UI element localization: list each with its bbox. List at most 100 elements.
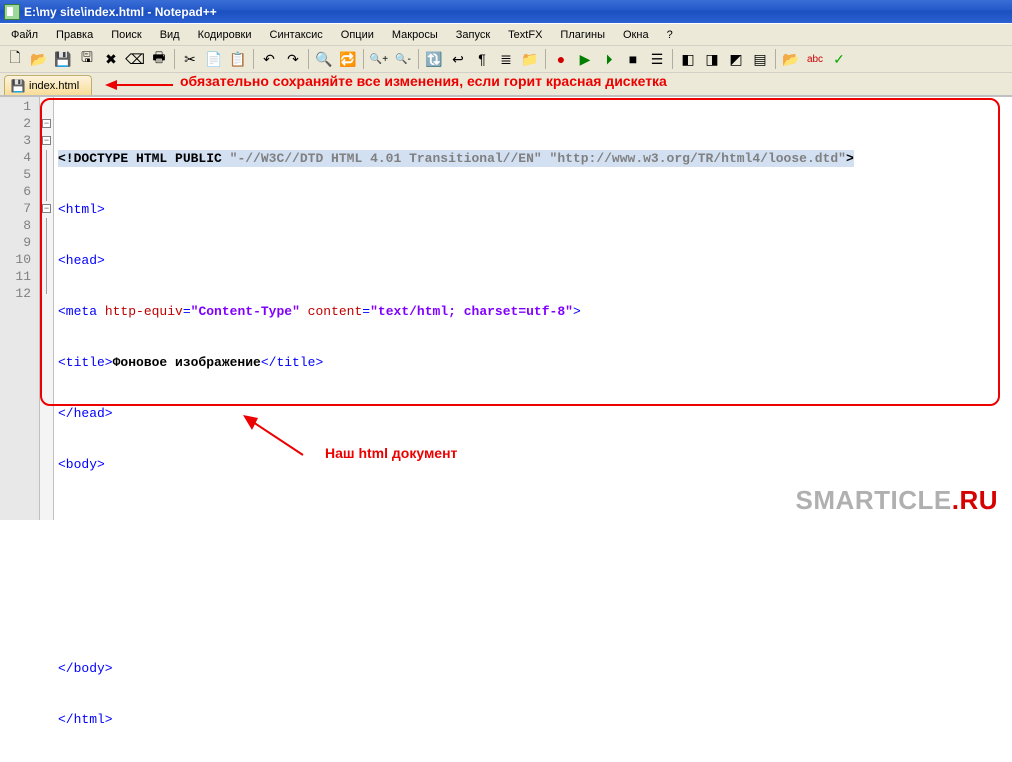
code-text: </title> <box>261 355 323 370</box>
redo-icon[interactable]: ↷ <box>282 48 304 70</box>
folder-icon[interactable]: 📁 <box>519 48 541 70</box>
open2-icon[interactable]: 📂 <box>780 48 802 70</box>
separator <box>253 49 254 69</box>
line-number: 9 <box>0 235 39 252</box>
menu-edit[interactable]: Правка <box>49 27 100 43</box>
code-text: > <box>573 304 581 319</box>
paste-icon[interactable]: 📋 <box>227 48 249 70</box>
sync-icon[interactable]: 🔃 <box>423 48 445 70</box>
menu-plugins[interactable]: Плагины <box>553 27 612 43</box>
menubar: Файл Правка Поиск Вид Кодировки Синтакси… <box>0 23 1012 45</box>
code-text: <title> <box>58 355 113 370</box>
menu-windows[interactable]: Окна <box>616 27 656 43</box>
separator <box>545 49 546 69</box>
menu-options[interactable]: Опции <box>334 27 381 43</box>
panel3-icon[interactable]: ◩ <box>725 48 747 70</box>
code-text: "Content-Type" <box>191 304 300 319</box>
fold-toggle-icon[interactable]: − <box>42 136 51 145</box>
replace-icon[interactable]: 🔁 <box>337 48 359 70</box>
panel2-icon[interactable]: ◨ <box>701 48 723 70</box>
code-text: "-//W3C//DTD HTML 4.01 Transitional//EN" <box>230 151 542 166</box>
line-gutter: 1 2 3 4 5 6 7 8 9 10 11 12 <box>0 97 40 520</box>
menu-syntax[interactable]: Синтаксис <box>263 27 330 43</box>
code-text: "text/html; charset=utf-8" <box>370 304 573 319</box>
fold-column: − − − <box>40 97 54 520</box>
code-text: = <box>362 304 370 319</box>
line-number: 5 <box>0 167 39 184</box>
line-number: 8 <box>0 218 39 235</box>
menu-view[interactable]: Вид <box>153 27 187 43</box>
code-text: "http://www.w3.org/TR/html4/loose.dtd" <box>550 151 846 166</box>
line-number: 6 <box>0 184 39 201</box>
menu-run[interactable]: Запуск <box>449 27 497 43</box>
separator <box>308 49 309 69</box>
code-text: <head> <box>58 253 105 268</box>
copy-icon[interactable]: 📄 <box>203 48 225 70</box>
code-text: content <box>300 304 362 319</box>
list-icon[interactable]: ☰ <box>646 48 668 70</box>
app-icon <box>4 4 20 20</box>
code-text: > <box>846 151 854 166</box>
line-number: 2 <box>0 116 39 133</box>
line-number: 1 <box>0 99 39 116</box>
separator <box>775 49 776 69</box>
menu-search[interactable]: Поиск <box>104 27 148 43</box>
tab-index-html[interactable]: 💾 index.html <box>4 75 92 95</box>
new-icon[interactable]: 🗋 <box>4 48 26 70</box>
fold-toggle-icon[interactable]: − <box>42 204 51 213</box>
unsaved-icon: 💾 <box>11 79 25 93</box>
tabbar: 💾 index.html <box>0 73 1012 96</box>
code-text: http-equiv <box>97 304 183 319</box>
toolbar: 🗋 📂 💾 🖫 ✖ ⌫ 🖶 ✂ 📄 📋 ↶ ↷ 🔍 🔁 🔍+ 🔍- 🔃 ↩ ¶ … <box>0 45 1012 73</box>
line-number: 7 <box>0 201 39 218</box>
separator <box>174 49 175 69</box>
line-number: 3 <box>0 133 39 150</box>
code-text: Фоновое изображение <box>113 355 261 370</box>
menu-macros[interactable]: Макросы <box>385 27 445 43</box>
watermark-text: .RU <box>952 485 998 515</box>
separator <box>363 49 364 69</box>
menu-file[interactable]: Файл <box>4 27 45 43</box>
open-icon[interactable]: 📂 <box>28 48 50 70</box>
save-icon[interactable]: 💾 <box>52 48 74 70</box>
separator <box>672 49 673 69</box>
code-text: <body> <box>58 457 105 472</box>
menu-help[interactable]: ? <box>660 27 680 43</box>
window-title: E:\my site\index.html - Notepad++ <box>24 5 217 19</box>
code-text: <meta <box>58 304 97 319</box>
line-number: 4 <box>0 150 39 167</box>
titlebar: E:\my site\index.html - Notepad++ <box>0 0 1012 23</box>
code-text: </body> <box>58 661 113 676</box>
separator <box>418 49 419 69</box>
menu-textfx[interactable]: TextFX <box>501 27 549 43</box>
hidden-icon[interactable]: ¶ <box>471 48 493 70</box>
undo-icon[interactable]: ↶ <box>258 48 280 70</box>
code-text: = <box>183 304 191 319</box>
print-icon[interactable]: 🖶 <box>148 48 170 70</box>
saveall-icon[interactable]: 🖫 <box>76 48 98 70</box>
record-icon[interactable]: ● <box>550 48 572 70</box>
zoomout-icon[interactable]: 🔍- <box>392 48 414 70</box>
zoomin-icon[interactable]: 🔍+ <box>368 48 390 70</box>
panel1-icon[interactable]: ◧ <box>677 48 699 70</box>
find-icon[interactable]: 🔍 <box>313 48 335 70</box>
guide-icon[interactable]: ≣ <box>495 48 517 70</box>
line-number: 10 <box>0 252 39 269</box>
wrap-icon[interactable]: ↩ <box>447 48 469 70</box>
watermark: SMARTICLE.RU <box>796 485 998 516</box>
check-icon[interactable]: ✓ <box>828 48 850 70</box>
stop-icon[interactable]: ■ <box>622 48 644 70</box>
code-area[interactable]: <!DOCTYPE HTML PUBLIC "-//W3C//DTD HTML … <box>54 97 1012 520</box>
play2-icon[interactable]: ⏵ <box>598 48 620 70</box>
menu-encodings[interactable]: Кодировки <box>191 27 259 43</box>
close-icon[interactable]: ✖ <box>100 48 122 70</box>
cut-icon[interactable]: ✂ <box>179 48 201 70</box>
code-text: </html> <box>58 712 113 727</box>
play-icon[interactable]: ▶ <box>574 48 596 70</box>
fold-toggle-icon[interactable]: − <box>42 119 51 128</box>
editor[interactable]: 1 2 3 4 5 6 7 8 9 10 11 12 − − − <!DOCTY… <box>0 96 1012 520</box>
panel4-icon[interactable]: ▤ <box>749 48 771 70</box>
abc-icon[interactable]: abc <box>804 48 826 70</box>
code-text: <html> <box>58 202 105 217</box>
closeall-icon[interactable]: ⌫ <box>124 48 146 70</box>
